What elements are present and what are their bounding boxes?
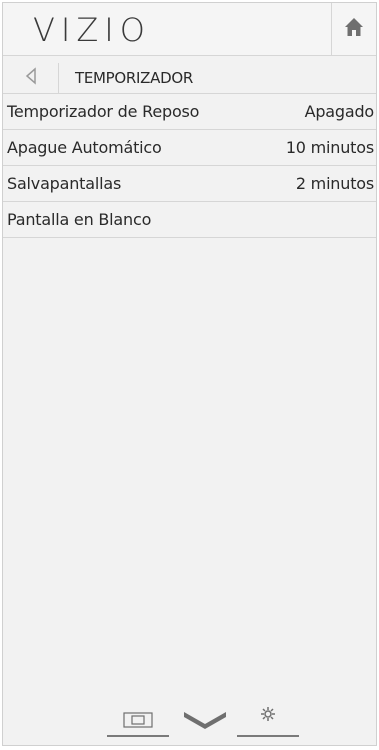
menu-item-value: 2 minutos (295, 174, 374, 193)
menu-item-label: Temporizador de Reposo (7, 102, 200, 121)
menu-item-sleep-timer[interactable]: Temporizador de Reposo Apagado (3, 94, 376, 130)
gear-icon (260, 706, 276, 726)
menu-item-blank-screen[interactable]: Pantalla en Blanco (3, 202, 376, 238)
vizio-settings-screen: VIZIO TEMPORIZADOR Temporizador de Repos… (2, 2, 377, 746)
tab-underline (237, 735, 299, 737)
vizio-v-icon (182, 710, 228, 734)
tab-picture[interactable] (107, 707, 169, 737)
tab-vizio[interactable] (175, 707, 235, 737)
menu-item-label: Apague Automático (7, 138, 162, 157)
menu-item-label: Salvapantallas (7, 174, 122, 193)
menu-item-value: Apagado (304, 102, 375, 121)
home-button[interactable] (331, 3, 376, 55)
back-button[interactable] (3, 63, 59, 93)
tab-underline (107, 735, 169, 737)
menu-item-label: Pantalla en Blanco (7, 210, 152, 229)
settings-menu: Temporizador de Reposo Apagado Apague Au… (3, 94, 376, 238)
picture-icon (123, 712, 153, 732)
menu-item-auto-power-off[interactable]: Apague Automático 10 minutos (3, 130, 376, 166)
tab-settings[interactable] (237, 707, 299, 737)
breadcrumb: TEMPORIZADOR (3, 63, 376, 94)
breadcrumb-title: TEMPORIZADOR (75, 69, 193, 87)
menu-item-value: 10 minutos (285, 138, 374, 157)
back-arrow-icon (24, 67, 38, 89)
menu-item-screensaver[interactable]: Salvapantallas 2 minutos (3, 166, 376, 202)
header: VIZIO (3, 3, 376, 56)
home-icon (343, 16, 365, 42)
bottom-nav (3, 703, 376, 743)
vizio-logo: VIZIO (33, 11, 151, 49)
